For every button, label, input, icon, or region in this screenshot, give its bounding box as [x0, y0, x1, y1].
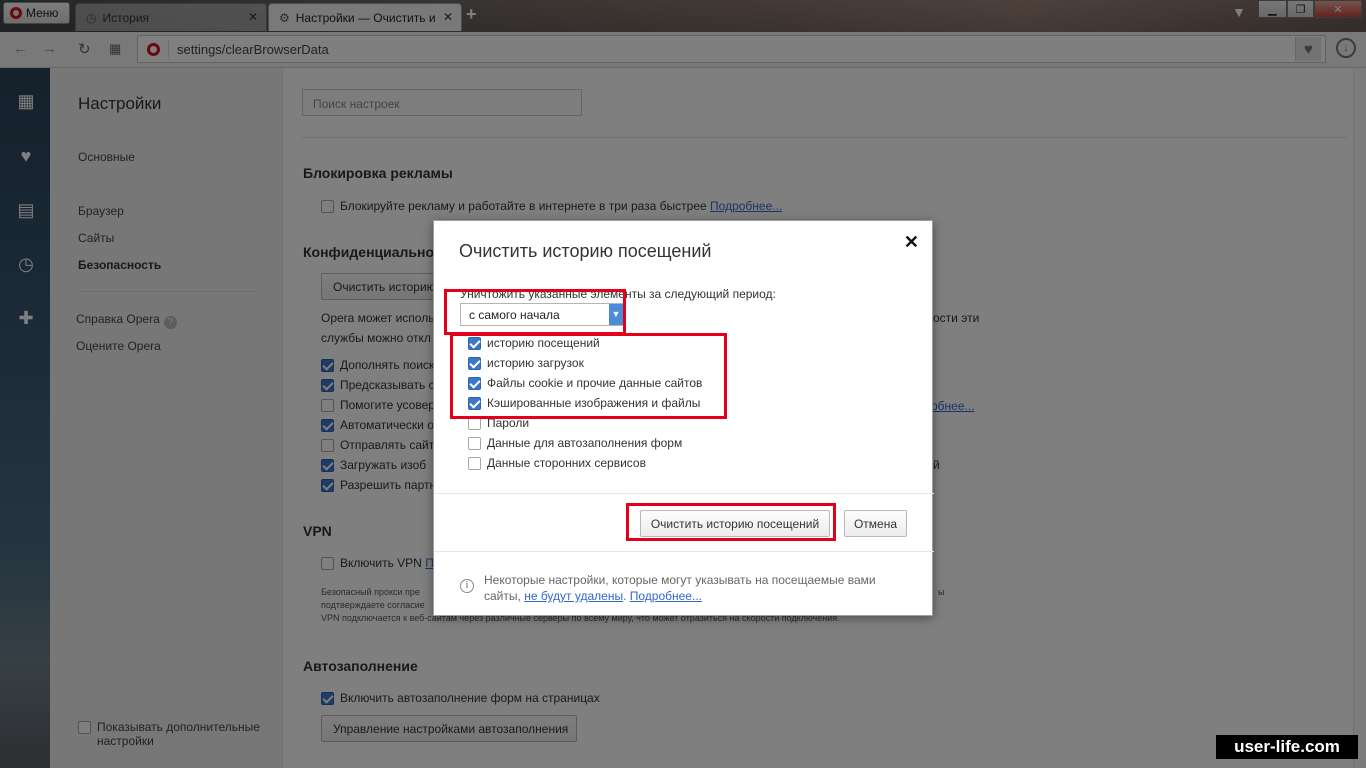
highlight-period [444, 289, 626, 335]
cancel-button[interactable]: Отмена [844, 510, 907, 537]
clear-item-label: Данные для автозаполнения форм [487, 436, 683, 450]
not-deleted-link[interactable]: не будут удалены [524, 589, 623, 603]
dialog-divider [434, 551, 934, 552]
dialog-note: Некоторые настройки, которые могут указы… [484, 573, 876, 603]
clear-item-label: Данные сторонних сервисов [487, 456, 646, 470]
dialog-close-icon[interactable]: ✕ [904, 232, 919, 253]
dialog-divider [434, 493, 934, 494]
learn-more-link[interactable]: Подробнее... [630, 589, 702, 603]
clear-item-checkbox[interactable] [468, 457, 481, 470]
clear-item-checkbox[interactable] [468, 437, 481, 450]
site-watermark: user-life.com [1216, 735, 1358, 759]
highlight-checked-items [450, 333, 727, 419]
highlight-confirm-button [626, 503, 836, 541]
dialog-title: Очистить историю посещений [459, 241, 712, 261]
info-icon: i [460, 579, 474, 593]
